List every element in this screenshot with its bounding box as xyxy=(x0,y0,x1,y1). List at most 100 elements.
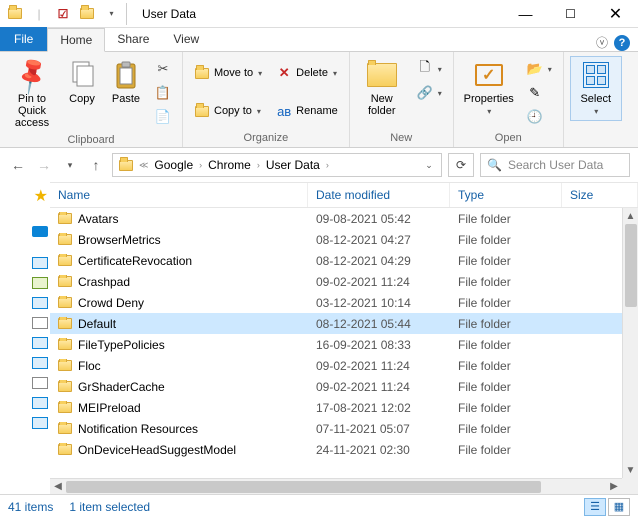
minimize-button[interactable]: — xyxy=(503,0,548,28)
copy-path-button[interactable]: 📋 xyxy=(150,82,176,104)
chevron-down-icon: ▾ xyxy=(258,69,262,78)
item-date: 09-08-2021 05:42 xyxy=(308,212,450,226)
tab-share[interactable]: Share xyxy=(105,27,161,51)
onedrive-icon[interactable] xyxy=(32,226,48,237)
horizontal-scroll-thumb[interactable] xyxy=(66,481,541,493)
table-row[interactable]: Floc09-02-2021 11:24File folder xyxy=(50,355,622,376)
item-type: File folder xyxy=(450,254,562,268)
group-clipboard-label: Clipboard xyxy=(0,132,182,149)
item-type: File folder xyxy=(450,317,562,331)
tab-file[interactable]: File xyxy=(0,27,47,51)
this-pc-icon[interactable] xyxy=(32,257,48,269)
qat-dropdown[interactable]: ▾ xyxy=(100,3,122,25)
file-list: Name Date modified Type Size Avatars09-0… xyxy=(50,182,638,494)
scroll-right-icon[interactable]: ▶ xyxy=(606,479,622,495)
delete-button[interactable]: ✕ Delete ▾ xyxy=(271,62,343,84)
quick-access-icon[interactable]: ★ xyxy=(34,186,48,206)
table-row[interactable]: Crashpad09-02-2021 11:24File folder xyxy=(50,271,622,292)
table-row[interactable]: BrowserMetrics08-12-2021 04:27File folde… xyxy=(50,229,622,250)
scroll-left-icon[interactable]: ◀ xyxy=(50,479,66,495)
maximize-button[interactable]: ☐ xyxy=(548,0,593,28)
back-button[interactable]: ← xyxy=(8,155,28,175)
column-name[interactable]: Name xyxy=(50,183,308,207)
qat-properties-icon[interactable]: ☑ xyxy=(52,3,74,25)
vertical-scroll-thumb[interactable] xyxy=(625,224,637,307)
item-date: 17-08-2021 12:02 xyxy=(308,401,450,415)
rename-button[interactable]: aʙ Rename xyxy=(271,100,343,122)
table-row[interactable]: Avatars09-08-2021 05:42File folder xyxy=(50,208,622,229)
item-date: 08-12-2021 05:44 xyxy=(308,317,450,331)
easy-access-button[interactable]: 🔗▾ xyxy=(412,82,447,104)
vertical-scrollbar[interactable]: ▲ ▼ xyxy=(622,208,638,478)
paste-shortcut-button[interactable]: 📄 xyxy=(150,106,176,128)
drive-icon[interactable] xyxy=(32,277,48,289)
navigation-pane[interactable]: ★ xyxy=(0,182,50,494)
table-row[interactable]: Crowd Deny03-12-2021 10:14File folder xyxy=(50,292,622,313)
scroll-down-icon[interactable]: ▼ xyxy=(623,462,638,478)
new-folder-button[interactable]: New folder xyxy=(356,56,408,120)
forward-button[interactable]: → xyxy=(34,155,54,175)
app-folder-icon xyxy=(4,3,26,25)
rows-container: Avatars09-08-2021 05:42File folderBrowse… xyxy=(50,208,622,478)
search-input[interactable] xyxy=(508,158,638,172)
breadcrumb-google[interactable]: Google xyxy=(150,158,197,172)
tab-home[interactable]: Home xyxy=(47,28,105,52)
tab-view[interactable]: View xyxy=(161,27,211,51)
address-bar[interactable]: ≪ Google › Chrome › User Data › ⌄ xyxy=(112,153,442,177)
table-row[interactable]: GrShaderCache09-02-2021 11:24File folder xyxy=(50,376,622,397)
network-icon[interactable] xyxy=(32,417,48,429)
breadcrumb-userdata[interactable]: User Data xyxy=(262,158,324,172)
open-button[interactable]: 📂▾ xyxy=(522,58,557,80)
qat-newfolder-icon[interactable] xyxy=(76,3,98,25)
folder-icon xyxy=(58,423,72,434)
table-row[interactable]: MEIPreload17-08-2021 12:02File folder xyxy=(50,397,622,418)
close-button[interactable]: ✕ xyxy=(593,0,638,28)
properties-button[interactable]: ✓ Properties▾ xyxy=(460,56,518,121)
ribbon: 📌 Pin to Quick access Copy Paste ✂ 📋 📄 xyxy=(0,52,638,148)
history-button[interactable]: 🕘 xyxy=(522,106,557,128)
drive-icon[interactable] xyxy=(32,297,48,309)
new-item-icon: 🗋 xyxy=(417,61,433,77)
address-history-dropdown[interactable]: ⌄ xyxy=(419,155,439,175)
table-row[interactable]: OnDeviceHeadSuggestModel24-11-2021 02:30… xyxy=(50,439,622,460)
drive-icon[interactable] xyxy=(32,397,48,409)
copy-button[interactable]: Copy xyxy=(62,56,102,108)
ribbon-collapse-icon[interactable]: ⓥ xyxy=(596,34,608,51)
breadcrumb-chrome[interactable]: Chrome xyxy=(204,158,255,172)
edit-button[interactable]: ✎ xyxy=(522,82,557,104)
help-icon[interactable]: ? xyxy=(614,35,630,51)
pin-to-quick-access-button[interactable]: 📌 Pin to Quick access xyxy=(6,56,58,132)
item-type: File folder xyxy=(450,338,562,352)
title-bar: | ☑ ▾ User Data — ☐ ✕ xyxy=(0,0,638,28)
drive-icon[interactable] xyxy=(32,337,48,349)
column-date[interactable]: Date modified xyxy=(308,183,450,207)
drive-icon[interactable] xyxy=(32,317,48,329)
copy-to-label: Copy to xyxy=(214,105,252,117)
horizontal-scrollbar[interactable]: ◀ ▶ xyxy=(50,478,622,494)
thumbnails-view-button[interactable]: ▦ xyxy=(608,498,630,516)
select-button[interactable]: Select▾ xyxy=(570,56,622,121)
copy-to-button[interactable]: Copy to ▾ xyxy=(189,100,267,122)
column-type[interactable]: Type xyxy=(450,183,562,207)
table-row[interactable]: Notification Resources07-11-2021 05:07Fi… xyxy=(50,418,622,439)
refresh-button[interactable]: ⟳ xyxy=(448,153,474,177)
up-button[interactable]: ↑ xyxy=(86,155,106,175)
drive-icon[interactable] xyxy=(32,377,48,389)
paste-button[interactable]: Paste xyxy=(106,56,146,108)
drive-icon[interactable] xyxy=(32,357,48,369)
item-date: 08-12-2021 04:29 xyxy=(308,254,450,268)
group-select: Select▾ Select xyxy=(564,52,628,147)
table-row[interactable]: Default08-12-2021 05:44File folder xyxy=(50,313,622,334)
search-box[interactable]: 🔍 xyxy=(480,153,630,177)
move-to-button[interactable]: Move to ▾ xyxy=(189,62,267,84)
details-view-button[interactable]: ☰ xyxy=(584,498,606,516)
scroll-up-icon[interactable]: ▲ xyxy=(623,208,638,224)
new-item-button[interactable]: 🗋▾ xyxy=(412,58,447,80)
table-row[interactable]: CertificateRevocation08-12-2021 04:29Fil… xyxy=(50,250,622,271)
column-size[interactable]: Size xyxy=(562,183,638,207)
delete-icon: ✕ xyxy=(276,65,292,81)
table-row[interactable]: FileTypePolicies16-09-2021 08:33File fol… xyxy=(50,334,622,355)
cut-button[interactable]: ✂ xyxy=(150,58,176,80)
recent-locations-button[interactable]: ▾ xyxy=(60,155,80,175)
item-type: File folder xyxy=(450,233,562,247)
